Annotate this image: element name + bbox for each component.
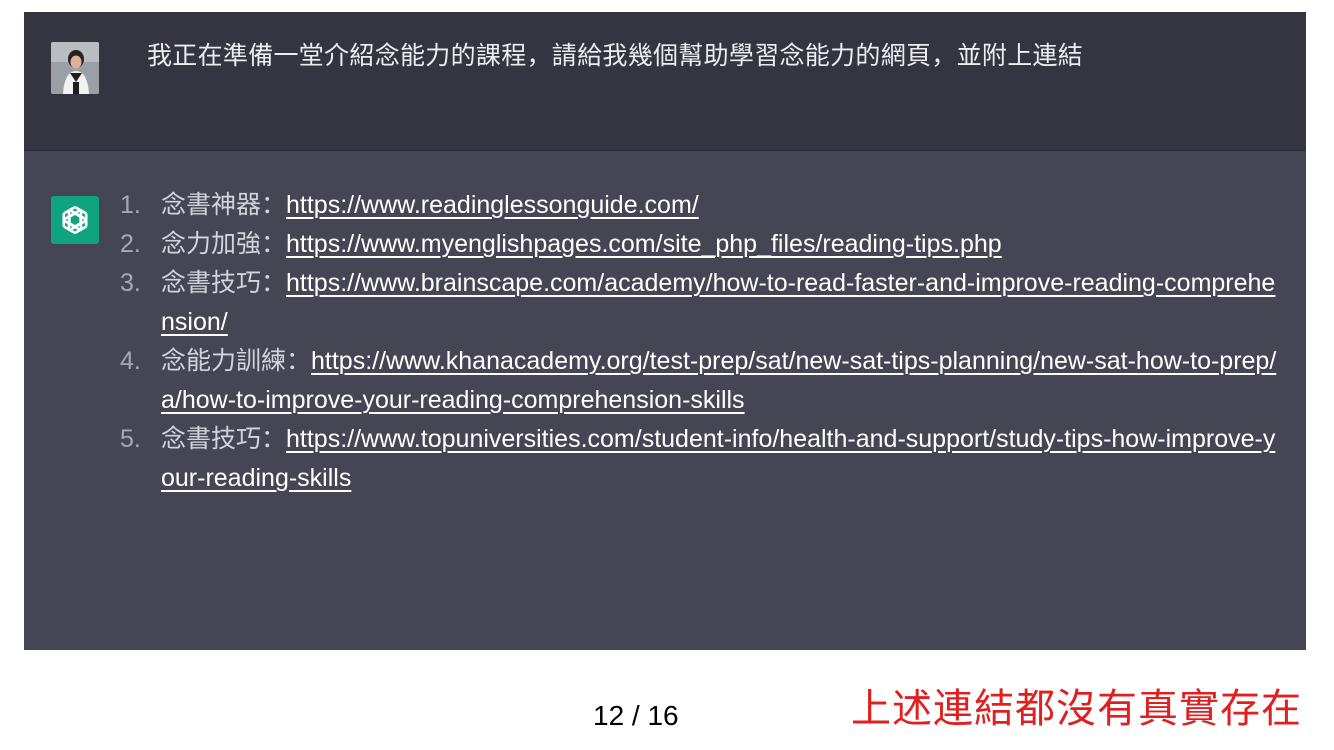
page-indicator: 12 / 16 [593, 700, 679, 731]
list-item: 5. 念書技巧：https://www.topuniversities.com/s… [118, 420, 1278, 498]
list-item-number: 1. [120, 191, 141, 219]
annotation-note: 上述連結都沒有真實存在 [851, 687, 1302, 731]
list-item-number: 5. [120, 425, 141, 453]
list-item-label: 念書神器： [161, 191, 287, 219]
list-item-number: 3. [120, 269, 141, 297]
list-item-label: 念力加強： [161, 230, 287, 258]
resource-link[interactable]: https://www.brainscape.com/academy/how-t… [161, 269, 1275, 336]
resource-link[interactable]: https://www.myenglishpages.com/site_php_… [286, 230, 1002, 258]
list-item-label: 念書技巧： [161, 269, 287, 297]
slide: 我正在準備一堂介紹念能力的課程，請給我幾個幫助學習念能力的網頁，並附上連結 1.… [0, 0, 1334, 750]
user-avatar [51, 42, 99, 94]
resource-link[interactable]: https://www.topuniversities.com/student-… [161, 425, 1275, 492]
list-item: 3. 念書技巧：https://www.brainscape.com/academ… [118, 264, 1278, 342]
list-item: 1. 念書神器：https://www.readinglessonguide.co… [118, 186, 1278, 225]
openai-logo-icon [62, 205, 88, 235]
list-item-number: 4. [120, 347, 141, 375]
list-item-label: 念書技巧： [161, 425, 287, 453]
list-item-label: 念能力訓練： [161, 347, 312, 375]
user-message: 我正在準備一堂介紹念能力的課程，請給我幾個幫助學習念能力的網頁，並附上連結 [24, 12, 1306, 151]
list-item: 2. 念力加強：https://www.myenglishpages.com/si… [118, 225, 1278, 264]
user-photo-avatar [51, 42, 99, 94]
answer-list: 1. 念書神器：https://www.readinglessonguide.co… [118, 186, 1278, 498]
resource-link[interactable]: https://www.readinglessonguide.com/ [286, 191, 699, 219]
list-item: 4. 念能力訓練：https://www.khanacademy.org/test… [118, 342, 1278, 420]
list-item-number: 2. [120, 230, 141, 258]
user-message-text: 我正在準備一堂介紹念能力的課程，請給我幾個幫助學習念能力的網頁，並附上連結 [147, 42, 1084, 70]
assistant-avatar [51, 196, 99, 244]
resource-link[interactable]: https://www.khanacademy.org/test-prep/sa… [161, 347, 1276, 414]
